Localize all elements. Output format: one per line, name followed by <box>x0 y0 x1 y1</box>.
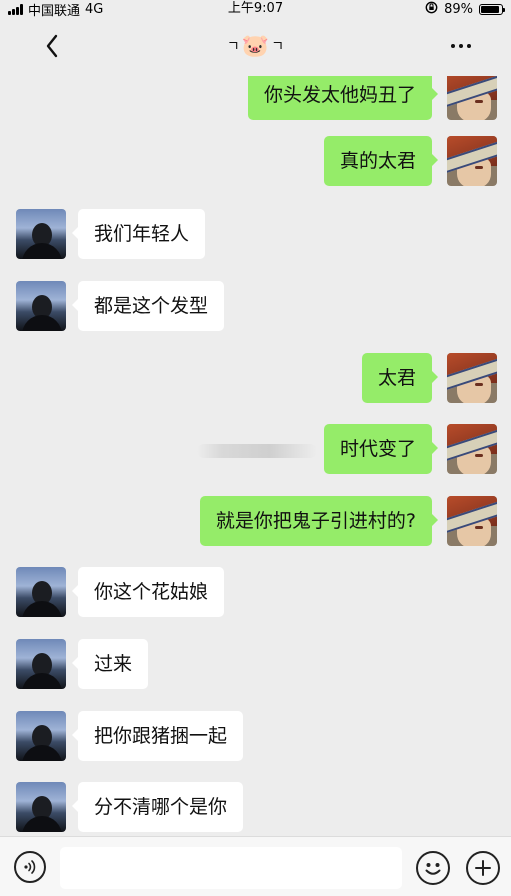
message-row: 我们年轻人 <box>0 209 511 261</box>
title-left-glyph: ㄱ <box>226 39 240 55</box>
message-bubble[interactable]: 分不清哪个是你 <box>71 782 244 832</box>
voice-icon <box>24 860 36 874</box>
avatar[interactable] <box>16 281 66 331</box>
message-row: 时代变了 <box>0 424 511 476</box>
avatar[interactable] <box>447 424 497 474</box>
battery-percent: 89% <box>444 1 473 17</box>
avatar[interactable] <box>16 209 66 259</box>
avatar[interactable] <box>16 711 66 761</box>
input-bar <box>0 836 511 896</box>
orientation-lock-icon <box>425 1 438 18</box>
message-bubble[interactable]: 你这个花姑娘 <box>71 567 225 617</box>
message-bubble[interactable]: 太君 <box>361 353 439 403</box>
emoji-button[interactable] <box>416 851 450 885</box>
chat-area[interactable]: 你头发太他妈丑了 真的太君 我们年轻人 都是这个发型 太君 时代变了 就是你把鬼… <box>0 76 511 836</box>
message-row: 你头发太他妈丑了 <box>0 76 511 122</box>
message-bubble[interactable]: 就是你把鬼子引进村的? <box>199 496 439 546</box>
message-row: 太君 <box>0 353 511 405</box>
message-row: 都是这个发型 <box>0 281 511 333</box>
avatar[interactable] <box>447 76 497 120</box>
voice-button[interactable] <box>14 851 46 883</box>
message-row: 你这个花姑娘 <box>0 567 511 619</box>
message-row: 过来 <box>0 639 511 691</box>
avatar[interactable] <box>447 496 497 546</box>
message-bubble[interactable]: 都是这个发型 <box>71 281 225 331</box>
message-bubble[interactable]: 把你跟猪捆一起 <box>71 711 244 761</box>
more-button[interactable] <box>451 38 471 54</box>
more-dots-icon <box>451 44 471 48</box>
message-bubble[interactable]: 我们年轻人 <box>71 209 206 259</box>
message-row: 分不清哪个是你 <box>0 782 511 834</box>
message-row: 把你跟猪捆一起 <box>0 711 511 763</box>
title-right-glyph: ㄱ <box>271 39 285 55</box>
message-bubble[interactable]: 过来 <box>71 639 149 689</box>
status-right: 89% <box>425 0 505 18</box>
plus-button[interactable] <box>466 851 500 885</box>
message-row: 就是你把鬼子引进村的? <box>0 496 511 548</box>
message-bubble[interactable]: 真的太君 <box>323 136 439 186</box>
pig-emoji: 🐷 <box>241 33 270 59</box>
plus-icon <box>475 860 491 876</box>
status-bar: 中国联通 4G 上午9:07 89% <box>0 0 511 19</box>
battery-icon <box>479 3 505 15</box>
avatar[interactable] <box>16 567 66 617</box>
message-row: 真的太君 <box>0 136 511 188</box>
message-bubble[interactable]: 你头发太他妈丑了 <box>247 76 439 120</box>
avatar[interactable] <box>16 639 66 689</box>
message-input[interactable] <box>60 847 402 889</box>
avatar[interactable] <box>16 782 66 832</box>
avatar[interactable] <box>447 353 497 403</box>
emoji-icon <box>425 863 441 875</box>
avatar[interactable] <box>447 136 497 186</box>
nav-bar: ㄱ 🐷 ㄱ <box>0 18 511 76</box>
chat-title: ㄱ 🐷 ㄱ <box>0 32 511 60</box>
message-bubble[interactable]: 时代变了 <box>323 424 439 474</box>
